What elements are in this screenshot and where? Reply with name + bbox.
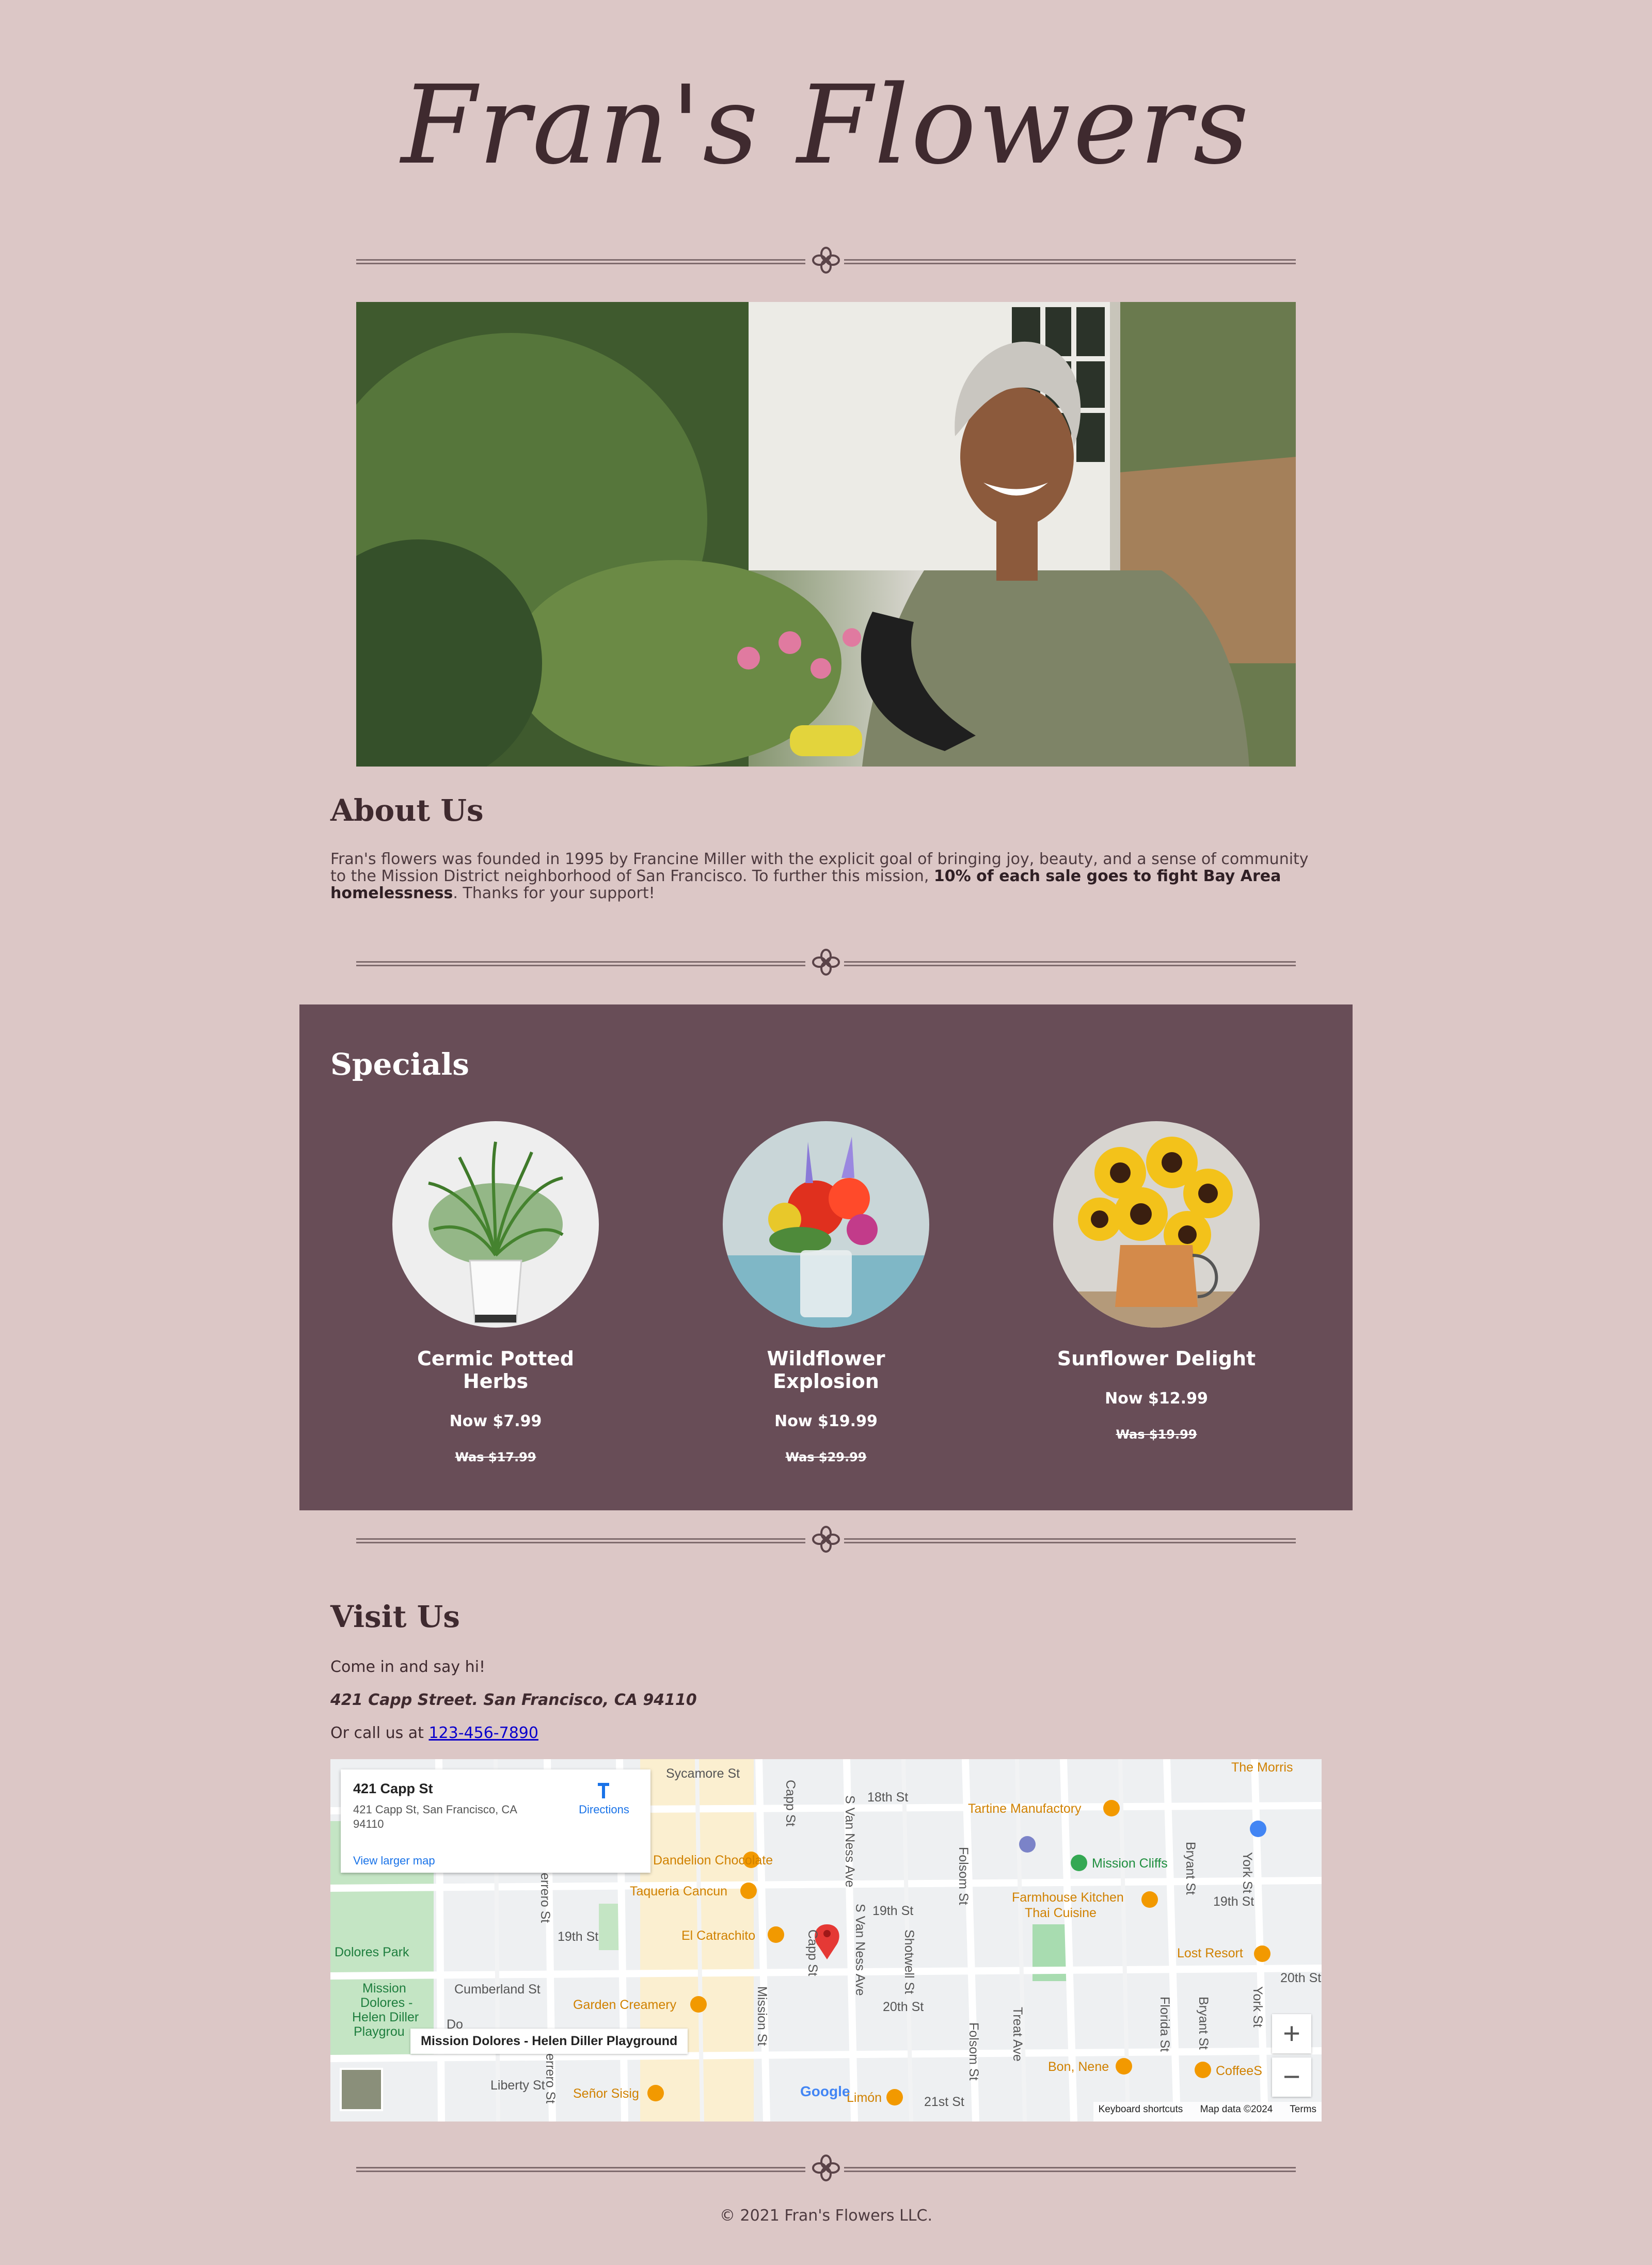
map-data-text: Map data ©2024 <box>1200 2104 1273 2115</box>
potted-herbs-image <box>392 1121 599 1328</box>
map-street-label: 20th St <box>1280 1971 1322 1985</box>
divider <box>356 1524 1296 1555</box>
map-place-label[interactable]: Farmhouse Kitchen <box>1012 1890 1124 1905</box>
map-place-label[interactable]: Dolores Park <box>335 1945 409 1960</box>
special-was-price: Was $19.99 <box>1116 1427 1197 1442</box>
map-street-label: S Van Ness Ave <box>843 1795 857 1888</box>
map-embed[interactable]: Sycamore St 18th St 19th St 19th St 19th… <box>330 1759 1322 2122</box>
flower-ornament-icon <box>812 2155 840 2181</box>
map-street-label: Liberty St <box>490 2078 545 2093</box>
visit-phone-line: Or call us at 123-456-7890 <box>330 1724 538 1742</box>
map-place-label[interactable]: Lost Resort <box>1177 1946 1243 1961</box>
wildflower-bouquet-image <box>723 1121 929 1328</box>
map-place-address: 421 Capp St, San Francisco, CA 94110 <box>353 1803 517 1830</box>
special-now-price: Now $7.99 <box>449 1412 542 1430</box>
divider <box>356 947 1296 978</box>
directions-button[interactable]: Directions <box>573 1780 635 1816</box>
specials-section: Specials Cermic Potted Herbs Now $7.99 W… <box>299 1004 1353 1510</box>
site-title: Fran's Flowers <box>401 62 1251 188</box>
map-place-label[interactable]: CoffeeS <box>1216 2064 1262 2079</box>
map-place-label[interactable]: Garden Creamery <box>573 1998 676 2013</box>
visit-heading: Visit Us <box>330 1599 460 1634</box>
special-name: Wildflower Explosion <box>767 1347 885 1393</box>
special-now-price: Now $12.99 <box>1105 1390 1208 1408</box>
map-place-label[interactable]: Thai Cuisine <box>1025 1906 1097 1921</box>
map-street-label: York St <box>1250 1986 1265 2028</box>
map-popup: Mission Dolores - Helen Diller Playgroun… <box>410 2029 688 2054</box>
map-street-label: Capp St <box>805 1929 820 1976</box>
map-street-label: 21st St <box>924 2095 964 2109</box>
map-street-label: Shotwell St <box>902 1929 916 1995</box>
map-place-label[interactable]: El Catrachito <box>681 1928 755 1943</box>
map-street-label: 19th St <box>558 1929 599 1944</box>
keyboard-shortcuts-link[interactable]: Keyboard shortcuts <box>1099 2104 1183 2115</box>
special-now-price: Now $19.99 <box>774 1412 878 1430</box>
special-card[interactable]: Cermic Potted Herbs Now $7.99 Was $17.99 <box>387 1121 604 1464</box>
directions-icon <box>598 1783 609 1798</box>
about-heading: About Us <box>330 793 484 828</box>
view-larger-map-link[interactable]: View larger map <box>353 1854 435 1868</box>
map-street-label: Bryant St <box>1183 1842 1198 1895</box>
call-prefix: Or call us at <box>330 1724 429 1742</box>
map-place-label: Playgrou <box>354 2024 405 2039</box>
sunflower-bouquet-image <box>1053 1121 1260 1328</box>
flower-ornament-icon <box>812 949 840 976</box>
special-card[interactable]: Wildflower Explosion Now $19.99 Was $29.… <box>718 1121 934 1464</box>
specials-heading: Specials <box>330 1047 469 1082</box>
flower-ornament-icon <box>812 247 840 274</box>
directions-label: Directions <box>579 1803 629 1816</box>
map-place-label: Dolores - <box>360 1996 413 2010</box>
map-street-label: 20th St <box>883 2000 924 2014</box>
map-place-label[interactable]: Mission Cliffs <box>1092 1856 1168 1871</box>
visit-greeting: Come in and say hi! <box>330 1658 486 1676</box>
map-street-label: Cumberland St <box>454 1982 541 1997</box>
footer-copyright: © 2021 Fran's Flowers LLC. <box>720 2207 932 2225</box>
map-street-label: Sycamore St <box>666 1766 740 1781</box>
map-street-label: 19th St <box>1213 1894 1254 1909</box>
special-was-price: Was $17.99 <box>455 1450 536 1464</box>
map-place-label[interactable]: Bon, Nene <box>1048 2060 1109 2075</box>
map-street-label: Folsom St <box>956 1847 971 1905</box>
special-name: Cermic Potted Herbs <box>417 1347 575 1393</box>
map-place-label[interactable]: Dandelion Chocolate <box>653 1853 773 1868</box>
map-street-label: Mission St <box>755 1986 769 2046</box>
map-place-label[interactable]: Señor Sisig <box>573 2086 639 2101</box>
about-text: Fran's flowers was founded in 1995 by Fr… <box>330 851 1322 902</box>
map-attribution: Keyboard shortcuts Map data ©2024 Terms <box>1093 2102 1322 2122</box>
divider <box>356 245 1296 276</box>
google-logo: Google <box>800 2083 850 2099</box>
map-street-label: Capp St <box>783 1780 798 1827</box>
map-place-label[interactable]: Taqueria Cancun <box>630 1884 727 1899</box>
special-card[interactable]: Sunflower Delight Now $12.99 Was $19.99 <box>1048 1121 1265 1442</box>
map-place-card: 421 Capp St 421 Capp St, San Francisco, … <box>341 1769 650 1873</box>
map-street-label: errero St <box>543 2053 558 2104</box>
terms-link[interactable]: Terms <box>1290 2104 1316 2115</box>
map-place-title: 421 Capp St <box>353 1781 433 1796</box>
zoom-out-button[interactable]: − <box>1272 2057 1311 2097</box>
visit-address: 421 Capp Street. San Francisco, CA 94110 <box>330 1691 697 1709</box>
special-was-price: Was $29.99 <box>785 1450 867 1464</box>
map-street-label: errero St <box>538 1873 552 1923</box>
map-street-label: 18th St <box>867 1790 909 1805</box>
divider <box>356 2152 1296 2183</box>
about-text-end: . Thanks for your support! <box>453 884 655 902</box>
map-street-label: Treat Ave <box>1010 2007 1025 2062</box>
map-street-label: S Van Ness Ave <box>853 1904 867 1996</box>
map-street-label: Florida St <box>1157 1997 1172 2052</box>
map-street-label: 19th St <box>872 1904 914 1918</box>
map-place-label[interactable]: Limón <box>847 2091 882 2106</box>
map-street-label: York St <box>1240 1852 1254 1893</box>
phone-link[interactable]: 123-456-7890 <box>428 1724 538 1742</box>
flower-ornament-icon <box>812 1526 840 1553</box>
special-name: Sunflower Delight <box>1057 1347 1256 1370</box>
map-place-label[interactable]: Tartine Manufactory <box>968 1801 1082 1816</box>
hero-image <box>356 302 1296 767</box>
map-place-label[interactable]: The Morris <box>1231 1760 1293 1775</box>
map-place-label: Helen Diller <box>352 2010 419 2024</box>
map-street-label: Bryant St <box>1196 1997 1211 2050</box>
zoom-in-button[interactable]: + <box>1272 2014 1311 2053</box>
map-place-label: Mission <box>362 1981 406 1996</box>
map-street-label: Folsom St <box>966 2022 981 2081</box>
